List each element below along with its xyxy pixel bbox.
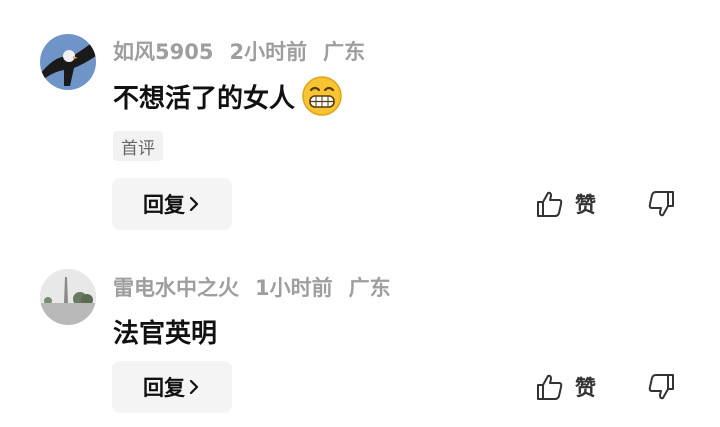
- like-button[interactable]: 赞: [535, 184, 596, 224]
- reply-label: 回复: [143, 376, 185, 400]
- like-button[interactable]: 赞: [535, 367, 596, 407]
- timestamp: 1小时前: [255, 276, 333, 300]
- eagle-avatar-image: [40, 34, 96, 90]
- thumbs-down-icon: [648, 374, 674, 400]
- thumbs-down-icon: [648, 191, 674, 217]
- reply-button[interactable]: 回复: [112, 361, 232, 413]
- comment-meta: 如风5905 2小时前 广东: [113, 36, 365, 66]
- first-comment-badge: 首评: [113, 131, 163, 161]
- comment-body: 法官英明: [113, 318, 218, 349]
- comment-text: 法官英明: [113, 311, 217, 351]
- location: 广东: [348, 276, 391, 300]
- username[interactable]: 如风5905: [113, 36, 213, 66]
- dislike-button[interactable]: [644, 184, 678, 224]
- avatar-landscape[interactable]: [40, 269, 96, 325]
- chevron-right-icon: [189, 196, 199, 212]
- comment-item: 如风5905 2小时前 广东 不想活了的女人 首评 回复 赞: [0, 0, 720, 245]
- grinning-face-emoji-icon: [301, 75, 343, 117]
- thumbs-up-icon: [537, 374, 563, 400]
- reply-label: 回复: [143, 193, 185, 217]
- comment-item: 雷电水中之火 1小时前 广东 法官英明 回复 赞: [0, 245, 720, 427]
- avatar-eagle[interactable]: [40, 34, 96, 90]
- thumbs-up-icon: [537, 191, 563, 217]
- timestamp: 2小时前: [229, 40, 308, 64]
- username[interactable]: 雷电水中之火: [113, 272, 239, 302]
- location: 广东: [323, 40, 366, 64]
- comment-meta: 雷电水中之火 1小时前 广东: [113, 272, 391, 302]
- like-label: 赞: [575, 193, 596, 217]
- like-label: 赞: [575, 376, 596, 400]
- dislike-button[interactable]: [644, 367, 678, 407]
- comment-text: 不想活了的女人: [113, 76, 343, 116]
- comment-body: 不想活了的女人: [113, 83, 296, 114]
- chevron-right-icon: [189, 379, 199, 395]
- landscape-avatar-image: [40, 269, 96, 325]
- reply-button[interactable]: 回复: [112, 178, 232, 230]
